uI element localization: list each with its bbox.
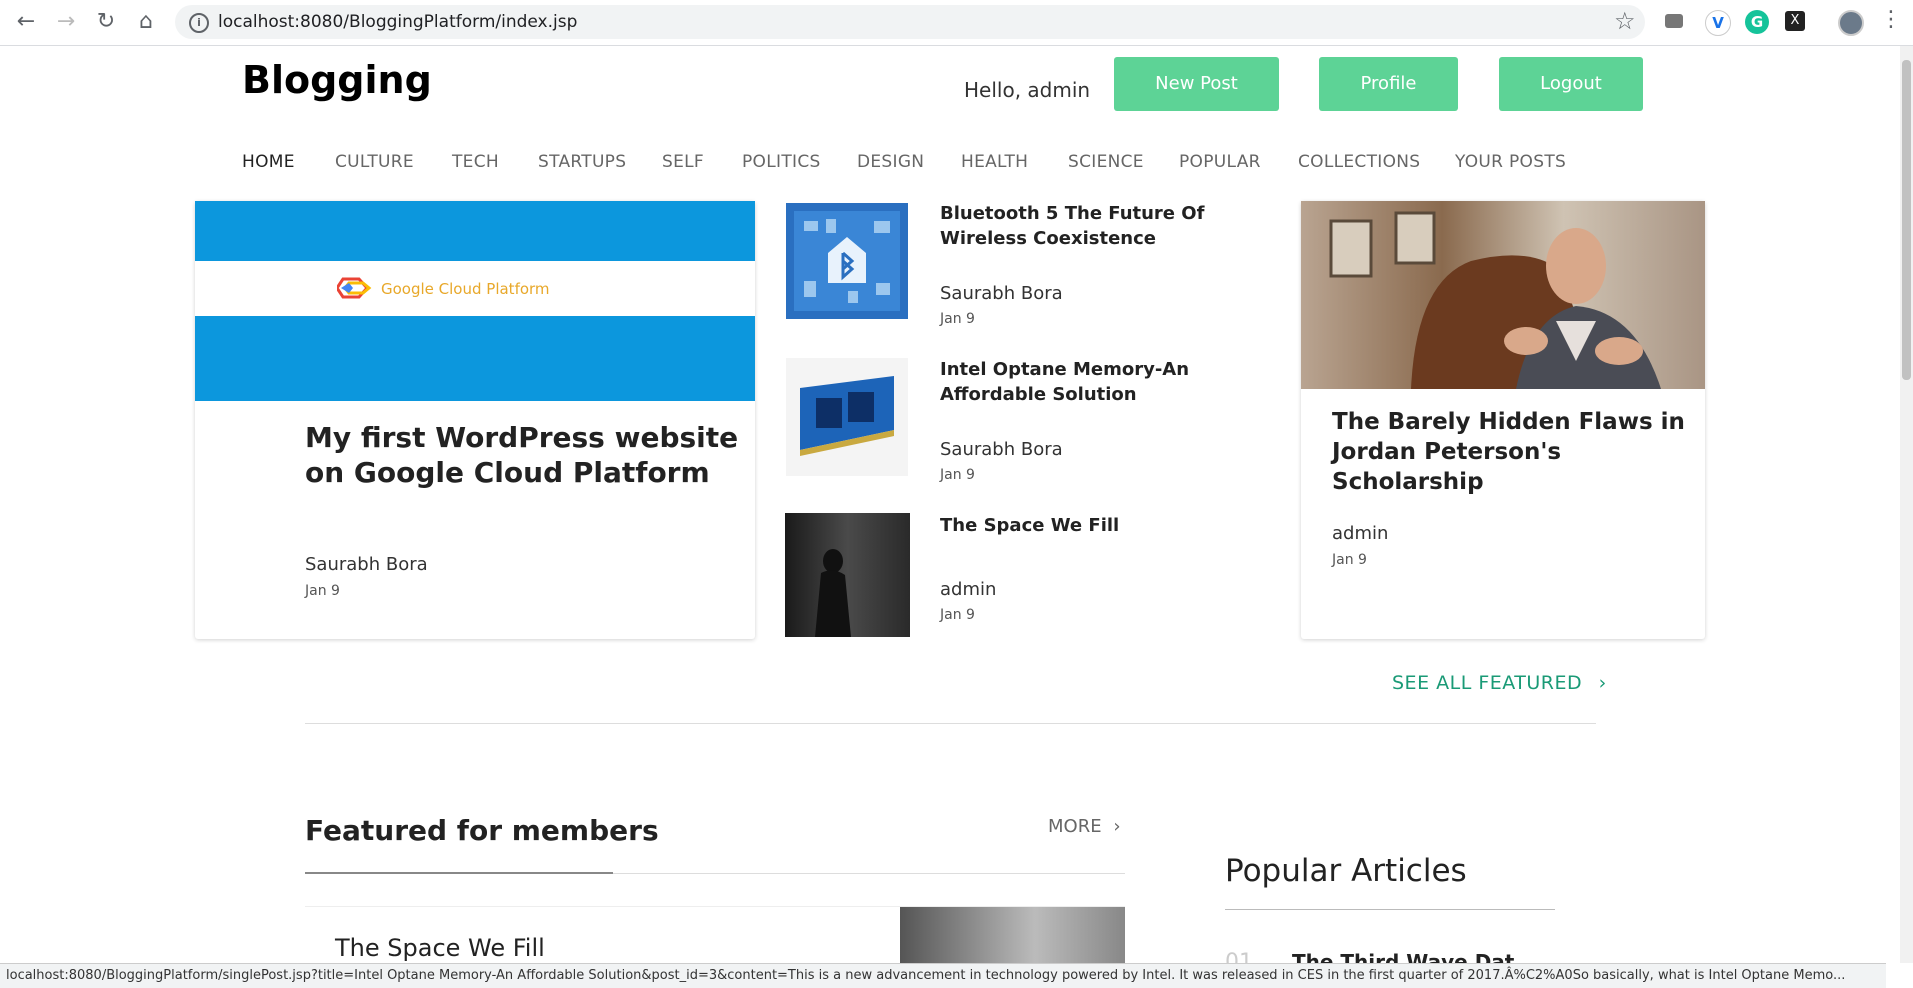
featured-list-author-2[interactable]: Saurabh Bora (940, 439, 1063, 460)
section-divider (305, 723, 1596, 724)
camera-icon[interactable] (1665, 14, 1683, 28)
google-cloud-logo-text: Google Cloud Platform (381, 280, 550, 298)
see-all-featured-link[interactable]: SEE ALL FEATURED › (1392, 672, 1607, 694)
menu-dots-icon[interactable]: ⋮ (1880, 9, 1902, 31)
nav-your-posts[interactable]: YOUR POSTS (1455, 152, 1566, 172)
featured-list-author-1[interactable]: Saurabh Bora (940, 283, 1063, 304)
grammarly-icon[interactable]: G (1745, 10, 1769, 34)
url-text[interactable]: localhost:8080/BloggingPlatform/index.js… (218, 10, 577, 34)
members-post-title[interactable]: The Space We Fill (335, 934, 545, 962)
featured-right-title[interactable]: The Barely Hidden Flaws in Jordan Peters… (1332, 407, 1692, 497)
nav-science[interactable]: SCIENCE (1068, 152, 1144, 172)
reload-icon[interactable]: ↻ (92, 8, 120, 36)
chevron-right-icon: › (1598, 672, 1607, 694)
intel-optane-thumbnail[interactable] (786, 358, 908, 476)
home-icon[interactable]: ⌂ (132, 8, 160, 36)
popular-divider (1225, 909, 1555, 910)
featured-right-image (1301, 201, 1705, 389)
greeting: Hello, admin (964, 78, 1091, 102)
logout-button[interactable]: Logout (1499, 57, 1643, 111)
scrollbar-thumb[interactable] (1902, 60, 1911, 380)
info-icon[interactable]: i (189, 13, 209, 33)
more-label: MORE (1048, 816, 1102, 837)
bluetooth-thumbnail[interactable] (786, 203, 908, 319)
profile-button[interactable]: Profile (1319, 57, 1458, 111)
featured-right-card[interactable]: The Barely Hidden Flaws in Jordan Peters… (1301, 201, 1705, 639)
nav-collections[interactable]: COLLECTIONS (1298, 152, 1420, 172)
featured-main-author[interactable]: Saurabh Bora (305, 554, 428, 575)
featured-list-author-3[interactable]: admin (940, 579, 996, 600)
members-section-title: Featured for members (305, 814, 659, 847)
back-icon[interactable]: ← (12, 8, 40, 36)
extension-v-icon[interactable]: V (1705, 10, 1731, 36)
new-post-button[interactable]: New Post (1114, 57, 1279, 111)
featured-main-date: Jan 9 (305, 583, 340, 599)
silhouette-figure-icon (815, 549, 851, 637)
more-link[interactable]: MORE › (1048, 816, 1121, 837)
nav-self[interactable]: SELF (662, 152, 704, 172)
featured-list-title-1[interactable]: Bluetooth 5 The Future Of Wireless Coexi… (940, 201, 1280, 251)
nav-design[interactable]: DESIGN (857, 152, 924, 172)
featured-right-date: Jan 9 (1332, 552, 1367, 568)
star-icon[interactable]: ☆ (1614, 7, 1636, 35)
nav-popular[interactable]: POPULAR (1179, 152, 1261, 172)
status-bar: localhost:8080/BloggingPlatform/singlePo… (0, 963, 1886, 988)
nav-health[interactable]: HEALTH (961, 152, 1028, 172)
avatar[interactable] (1838, 10, 1864, 36)
nav-tech[interactable]: TECH (452, 152, 499, 172)
space-we-fill-thumbnail[interactable] (785, 513, 910, 637)
featured-main-card[interactable]: Google Cloud Platform My first WordPress… (195, 201, 755, 639)
featured-list-title-2[interactable]: Intel Optane Memory-An Affordable Soluti… (940, 357, 1280, 407)
google-cloud-logo-icon (335, 277, 373, 299)
featured-list-date-2: Jan 9 (940, 467, 975, 483)
nav-politics[interactable]: POLITICS (742, 152, 821, 172)
bluetooth-illustration-icon (794, 211, 900, 311)
nav-startups[interactable]: STARTUPS (538, 152, 626, 172)
extension-x-icon[interactable]: X (1785, 11, 1805, 31)
popular-articles-title: Popular Articles (1225, 853, 1467, 889)
see-all-featured-label: SEE ALL FEATURED (1392, 672, 1583, 694)
nav-home[interactable]: HOME (242, 152, 295, 172)
memory-stick-icon (800, 376, 894, 456)
forward-icon[interactable]: → (52, 8, 80, 36)
site-title[interactable]: Blogging (242, 58, 432, 102)
featured-main-title[interactable]: My first WordPress website on Google Clo… (305, 420, 745, 490)
members-title-underline (305, 872, 613, 874)
featured-list-title-3[interactable]: The Space We Fill (940, 513, 1280, 538)
portrait-photo-icon (1329, 211, 1661, 389)
featured-main-image: Google Cloud Platform (195, 201, 755, 401)
featured-list-date-1: Jan 9 (940, 311, 975, 327)
featured-right-author[interactable]: admin (1332, 523, 1388, 544)
nav-culture[interactable]: CULTURE (335, 152, 414, 172)
chevron-right-icon: › (1113, 816, 1121, 837)
featured-list-date-3: Jan 9 (940, 607, 975, 623)
